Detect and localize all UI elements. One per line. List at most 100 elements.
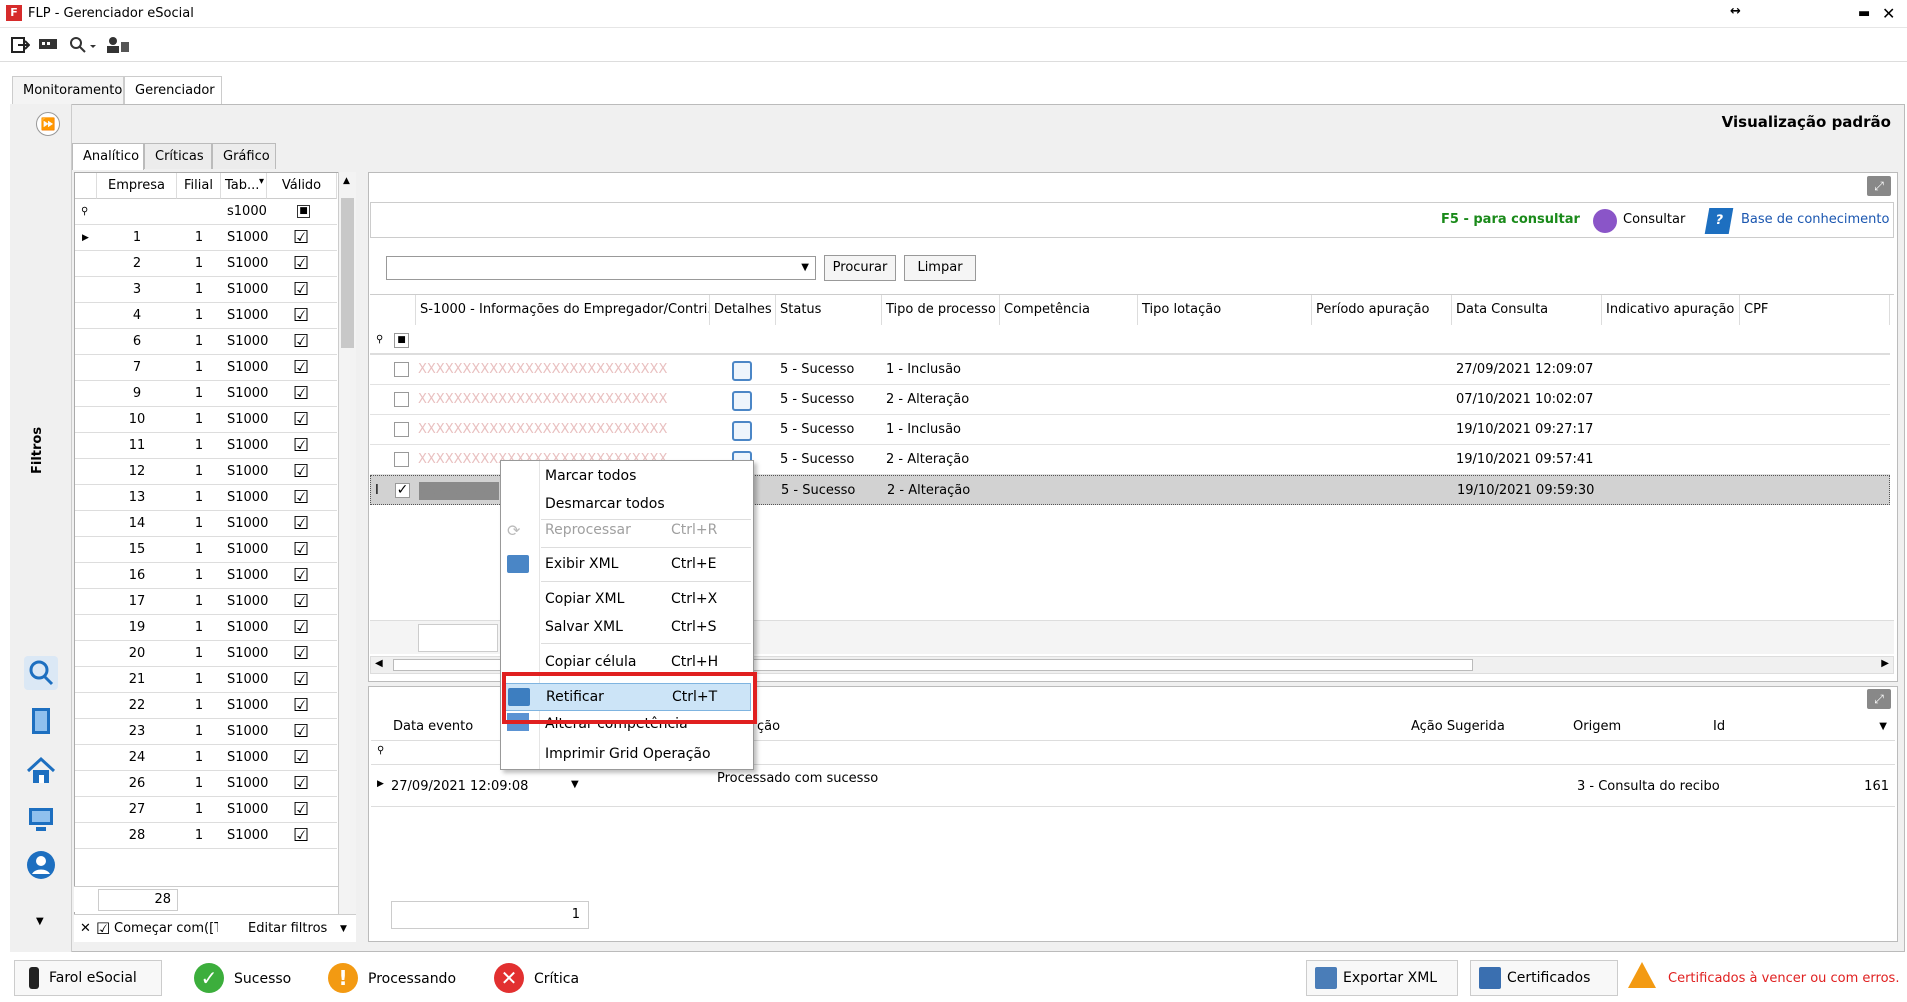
filter-enabled-checkbox[interactable]: ☑ [96,915,110,943]
col-header-detalhes[interactable]: Detalhes [710,295,776,325]
search-dropdown-icon[interactable] [68,36,98,54]
row-checkbox[interactable] [394,392,409,407]
company-row[interactable]: 6 1 S1000 ☑ [75,329,337,355]
company-grid-scrollbar[interactable]: ▲ [338,172,356,942]
scroll-thumb[interactable] [341,198,354,348]
company-row[interactable]: 16 1 S1000 ☑ [75,563,337,589]
valid-checkbox[interactable]: ☑ [293,771,309,797]
valid-checkbox[interactable]: ☑ [293,589,309,615]
tab-criticas[interactable]: Críticas [144,143,212,169]
menu-item-print-grid[interactable]: Imprimir Grid Operação [501,741,753,769]
clear-button[interactable]: Limpar [904,255,976,281]
valid-checkbox[interactable]: ☑ [293,823,309,849]
tab-gerenciador[interactable]: Gerenciador [124,76,222,105]
company-row[interactable]: 15 1 S1000 ☑ [75,537,337,563]
company-row[interactable]: 19 1 S1000 ☑ [75,615,337,641]
col-header-origem[interactable]: Origem [1573,719,1621,734]
valid-checkbox[interactable]: ☑ [293,329,309,355]
scroll-up-icon[interactable]: ▲ [343,176,350,186]
details-icon[interactable] [732,361,752,381]
valid-checkbox[interactable]: ☑ [293,693,309,719]
user-profile-icon[interactable] [24,848,58,882]
company-row[interactable]: ▶ 1 1 S1000 ☑ [75,225,337,251]
company-row[interactable]: 2 1 S1000 ☑ [75,251,337,277]
valid-checkbox[interactable]: ☑ [293,537,309,563]
search-person-icon[interactable] [24,656,58,690]
col-header-acao[interactable]: Ação Sugerida [1411,719,1505,734]
monitor-icon[interactable] [38,36,60,54]
company-row[interactable]: 12 1 S1000 ☑ [75,459,337,485]
valid-checkbox[interactable]: ☑ [293,459,309,485]
company-row[interactable]: 13 1 S1000 ☑ [75,485,337,511]
menu-item-mark-all[interactable]: Marcar todos [501,463,753,491]
col-header-status[interactable]: Status [776,295,882,325]
col-header-id[interactable]: Id [1713,719,1725,734]
valid-checkbox[interactable]: ☑ [293,303,309,329]
menu-item-copy-xml[interactable]: Copiar XML Ctrl+X [501,586,753,614]
col-header-empresa[interactable]: Empresa [97,173,177,199]
valid-checkbox[interactable]: ☑ [293,615,309,641]
film-icon[interactable] [24,704,58,738]
menu-item-unmark-all[interactable]: Desmarcar todos [501,491,753,519]
close-button[interactable]: ✕ [1882,4,1895,23]
company-row[interactable]: 20 1 S1000 ☑ [75,641,337,667]
valid-checkbox[interactable]: ☑ [293,251,309,277]
consult-icon[interactable] [1593,209,1617,233]
company-row[interactable]: 4 1 S1000 ☑ [75,303,337,329]
chevron-down-icon[interactable]: ▼ [36,916,44,927]
clear-filter-icon[interactable]: ✕ [80,915,91,943]
combo-dropdown-icon[interactable]: ▼ [801,262,809,273]
col-header-periodo[interactable]: Período apuração [1312,295,1452,325]
valid-checkbox[interactable]: ☑ [293,563,309,589]
company-row[interactable]: 22 1 S1000 ☑ [75,693,337,719]
col-header-descricao[interactable]: ção [757,719,780,734]
col-header-lotacao[interactable]: Tipo lotação [1138,295,1312,325]
col-header-data-consulta[interactable]: Data Consulta [1452,295,1602,325]
row-checkbox[interactable]: ✓ [395,483,410,498]
scroll-left-icon[interactable]: ◀ [375,658,383,669]
col-header-tipo[interactable]: Tipo de processo [882,295,1000,325]
valid-checkbox[interactable]: ☑ [293,745,309,771]
row-checkbox[interactable] [394,452,409,467]
company-row[interactable]: 7 1 S1000 ☑ [75,355,337,381]
find-button[interactable]: Procurar [824,255,896,281]
company-row[interactable]: 9 1 S1000 ☑ [75,381,337,407]
company-row[interactable]: 11 1 S1000 ☑ [75,433,337,459]
col-header-indicativo[interactable]: Indicativo apuração [1602,295,1740,325]
filter-dropdown-icon[interactable]: ▼ [340,915,347,943]
valid-checkbox[interactable]: ☑ [293,485,309,511]
user-card-icon[interactable] [106,36,130,54]
filters-label[interactable]: Filtros [30,427,45,474]
valid-checkbox[interactable]: ☑ [293,355,309,381]
certificates-button[interactable]: Certificados [1470,960,1618,996]
company-row[interactable]: 23 1 S1000 ☑ [75,719,337,745]
expand-icon[interactable]: ⏩ [36,112,60,136]
valid-checkbox[interactable]: ☑ [293,641,309,667]
company-row[interactable]: 26 1 S1000 ☑ [75,771,337,797]
col-header-valido[interactable]: Válido [267,173,337,199]
select-all-checkbox[interactable]: ■ [394,333,409,348]
col-header-cpf[interactable]: CPF [1740,295,1890,325]
row-checkbox[interactable] [394,362,409,377]
valid-checkbox[interactable]: ☑ [293,225,309,251]
menu-item-save-xml[interactable]: Salvar XML Ctrl+S [501,614,753,642]
menu-item-reprocess[interactable]: ⟳ Reprocessar Ctrl+R [501,517,753,545]
tab-grafico[interactable]: Gráfico [212,143,276,169]
filter-icon[interactable]: ▾ [259,169,264,195]
col-header-competencia[interactable]: Competência [1000,295,1138,325]
company-row[interactable]: 10 1 S1000 ☑ [75,407,337,433]
edit-filters-link[interactable]: Editar filtros [248,915,327,943]
columns-dropdown-icon[interactable]: ▼ [1879,721,1887,732]
home-icon[interactable] [24,754,58,788]
scroll-right-icon[interactable]: ▶ [1881,658,1889,669]
col-header-data-evento[interactable]: Data evento [393,719,473,734]
menu-item-show-xml[interactable]: Exibir XML Ctrl+E [501,551,753,579]
farol-button[interactable]: Farol eSocial [14,960,162,996]
event-row[interactable]: XXXXXXXXXXXXXXXXXXXXXXXXXXXX 5 - Sucesso 2… [370,385,1890,415]
tab-analitico[interactable]: Analítico [72,143,144,170]
valid-checkbox[interactable]: ☑ [293,511,309,537]
minimize-button[interactable]: ▬ [1858,6,1870,21]
valid-checkbox[interactable]: ☑ [293,407,309,433]
company-row[interactable]: 24 1 S1000 ☑ [75,745,337,771]
company-row[interactable]: 21 1 S1000 ☑ [75,667,337,693]
